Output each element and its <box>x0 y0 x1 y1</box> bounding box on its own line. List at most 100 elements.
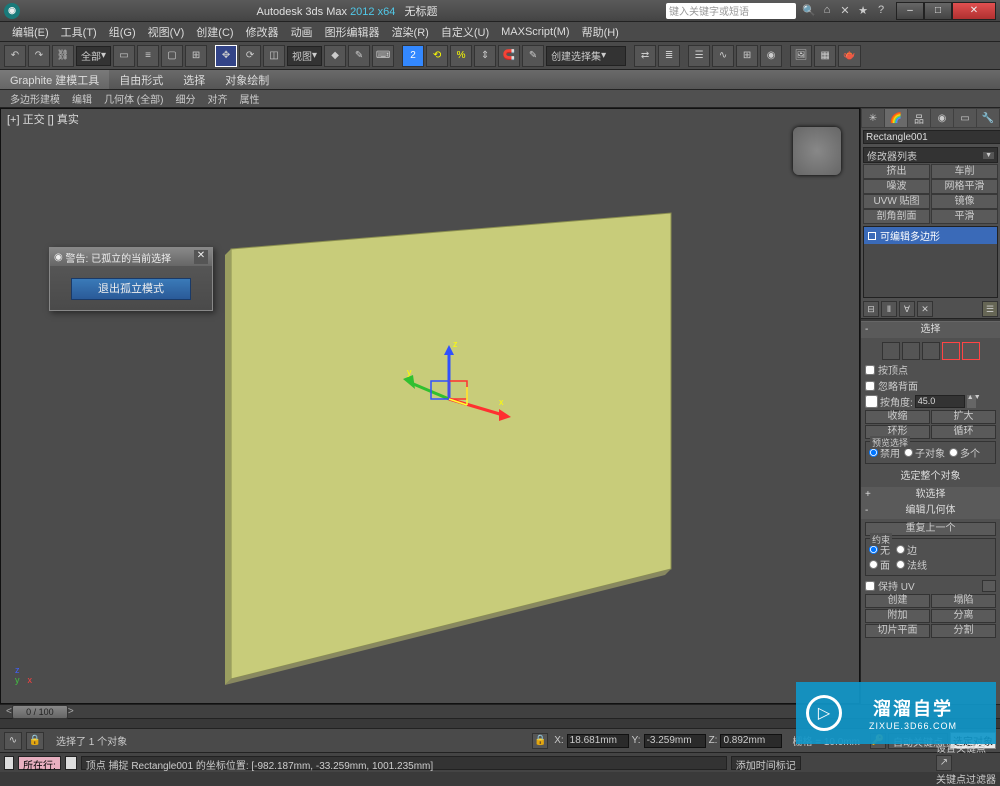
dialog-close-icon[interactable]: ✕ <box>194 250 208 264</box>
mod-uvwmap-button[interactable]: UVW 贴图 <box>863 194 930 209</box>
snap-percent-icon[interactable]: % <box>450 45 472 67</box>
shrink-button[interactable]: 收缩 <box>865 410 930 424</box>
align-icon[interactable]: ≣ <box>658 45 680 67</box>
mod-mirror-button[interactable]: 镜像 <box>931 194 998 209</box>
move-icon[interactable]: ✥ <box>215 45 237 67</box>
collapse-button[interactable]: 塌陷 <box>931 594 996 608</box>
viewport-canvas[interactable]: z x y <box>1 109 859 697</box>
edge-level-icon[interactable] <box>902 342 920 360</box>
menu-maxscript[interactable]: MAXScript(M) <box>495 26 575 38</box>
keytangent-icon[interactable]: ↗ <box>936 755 952 771</box>
link-icon[interactable]: ⛓ <box>52 45 74 67</box>
menu-help[interactable]: 帮助(H) <box>576 24 625 40</box>
menu-views[interactable]: 视图(V) <box>142 24 191 40</box>
snap2d-icon[interactable]: 2 <box>402 45 424 67</box>
by-vertex-checkbox[interactable] <box>865 365 875 375</box>
exchange-icon[interactable]: ✕ <box>838 4 852 18</box>
preserve-uv-settings-icon[interactable] <box>982 580 996 592</box>
refcoord-dropdown[interactable]: 视图 ▾ <box>287 46 322 66</box>
sub-align[interactable]: 对齐 <box>201 91 233 106</box>
element-level-icon[interactable] <box>962 342 980 360</box>
vertex-level-icon[interactable] <box>882 342 900 360</box>
rotate-icon[interactable]: ⟳ <box>239 45 261 67</box>
border-level-icon[interactable] <box>922 342 940 360</box>
mod-meshsmooth-button[interactable]: 网格平滑 <box>931 179 998 194</box>
menu-grapheditors[interactable]: 图形编辑器 <box>319 24 386 40</box>
lock-toggle-icon[interactable]: 🔒 <box>532 733 548 749</box>
angle-spinner[interactable]: ▲▼ <box>967 395 976 408</box>
tab-motion-icon[interactable]: ◉ <box>931 109 953 127</box>
mod-smooth-button[interactable]: 平滑 <box>931 209 998 224</box>
modifier-stack[interactable]: 可编辑多边形 <box>863 226 998 298</box>
menu-edit[interactable]: 编辑(E) <box>6 24 55 40</box>
render-setup-icon[interactable]: 🖼 <box>790 45 812 67</box>
render-frame-icon[interactable]: ▦ <box>814 45 836 67</box>
slice-plane-button[interactable]: 切片平面 <box>865 624 930 638</box>
constraint-none-radio[interactable] <box>869 545 878 554</box>
attach-button[interactable]: 附加 <box>865 609 930 623</box>
menu-animation[interactable]: 动画 <box>285 24 319 40</box>
search-icon[interactable]: 🔍 <box>802 4 816 18</box>
rollout-softsel-header[interactable]: +软选择 <box>861 487 1000 503</box>
help-search-input[interactable]: 键入关键字或短语 <box>666 3 796 19</box>
tab-utilities-icon[interactable]: 🔧 <box>977 109 999 127</box>
constraint-edge-radio[interactable] <box>896 545 905 554</box>
mini-curve-icon[interactable]: ∿ <box>4 732 22 750</box>
schematic-icon[interactable]: ⊞ <box>736 45 758 67</box>
pivot-icon[interactable]: ◆ <box>324 45 346 67</box>
mod-lathe-button[interactable]: 车削 <box>931 164 998 179</box>
add-time-tag-button[interactable]: 添加时间标记 <box>731 756 801 770</box>
menu-modifiers[interactable]: 修改器 <box>240 24 285 40</box>
typein-z-input[interactable]: 0.892mm <box>720 734 782 748</box>
select-name-icon[interactable]: ≡ <box>137 45 159 67</box>
sub-geomall[interactable]: 几何体 (全部) <box>98 91 169 106</box>
close-button[interactable]: ✕ <box>952 2 996 20</box>
detach-button[interactable]: 分离 <box>931 609 996 623</box>
exit-isolate-button[interactable]: 退出孤立模式 <box>71 278 191 300</box>
preview-subobj-radio[interactable] <box>904 448 913 457</box>
rollout-selection-header[interactable]: -选择 <box>861 322 1000 338</box>
preview-off-radio[interactable] <box>869 448 878 457</box>
tab-graphite[interactable]: Graphite 建模工具 <box>0 70 109 89</box>
menu-tools[interactable]: 工具(T) <box>55 24 103 40</box>
make-unique-icon[interactable]: ∀ <box>899 301 915 317</box>
spinner-snap-icon[interactable]: ⇕ <box>474 45 496 67</box>
script-input-icon[interactable] <box>4 756 14 770</box>
mod-chamferprof-button[interactable]: 剖角剖面 <box>863 209 930 224</box>
selection-filter-dropdown[interactable]: 全部 ▾ <box>76 46 111 66</box>
configure-sets-icon[interactable]: ☰ <box>982 301 998 317</box>
magnet-icon[interactable]: 🧲 <box>498 45 520 67</box>
curve-editor-icon[interactable]: ∿ <box>712 45 734 67</box>
menu-customize[interactable]: 自定义(U) <box>435 24 495 40</box>
select-icon[interactable]: ▭ <box>113 45 135 67</box>
tab-hierarchy-icon[interactable]: 品 <box>908 109 930 127</box>
typein-y-input[interactable]: -3.259mm <box>644 734 706 748</box>
preview-multi-radio[interactable] <box>949 448 958 457</box>
mod-extrude-button[interactable]: 挤出 <box>863 164 930 179</box>
by-angle-checkbox[interactable] <box>865 395 878 408</box>
preserve-uv-checkbox[interactable] <box>865 581 875 591</box>
keyfilters-button[interactable]: 关键点过滤器 <box>936 771 996 786</box>
maximize-button[interactable]: □ <box>924 2 952 20</box>
selection-lock-icon[interactable]: 🔒 <box>26 732 44 750</box>
create-button[interactable]: 创建 <box>865 594 930 608</box>
render-icon[interactable]: 🫖 <box>838 45 860 67</box>
tab-modify-icon[interactable]: 🌈 <box>885 109 907 127</box>
scale-icon[interactable]: ◫ <box>263 45 285 67</box>
sub-props[interactable]: 属性 <box>233 91 265 106</box>
constraint-normal-radio[interactable] <box>896 560 905 569</box>
menu-create[interactable]: 创建(C) <box>190 24 239 40</box>
tab-create-icon[interactable]: ✳ <box>862 109 884 127</box>
window-crossing-icon[interactable]: ⊞ <box>185 45 207 67</box>
sub-subdiv[interactable]: 细分 <box>169 91 201 106</box>
tab-freeform[interactable]: 自由形式 <box>109 70 173 89</box>
subscription-icon[interactable]: ⌂ <box>820 4 834 18</box>
keyboard-icon[interactable]: ⌨ <box>372 45 394 67</box>
object-name-input[interactable] <box>863 130 1000 144</box>
rollout-editgeo-header[interactable]: -编辑几何体 <box>861 503 1000 519</box>
undo-icon[interactable]: ↶ <box>4 45 26 67</box>
snap-angle-icon[interactable]: ⟲ <box>426 45 448 67</box>
angle-value-input[interactable]: 45.0 <box>915 395 965 408</box>
grow-button[interactable]: 扩大 <box>931 410 996 424</box>
manip-icon[interactable]: ✎ <box>348 45 370 67</box>
